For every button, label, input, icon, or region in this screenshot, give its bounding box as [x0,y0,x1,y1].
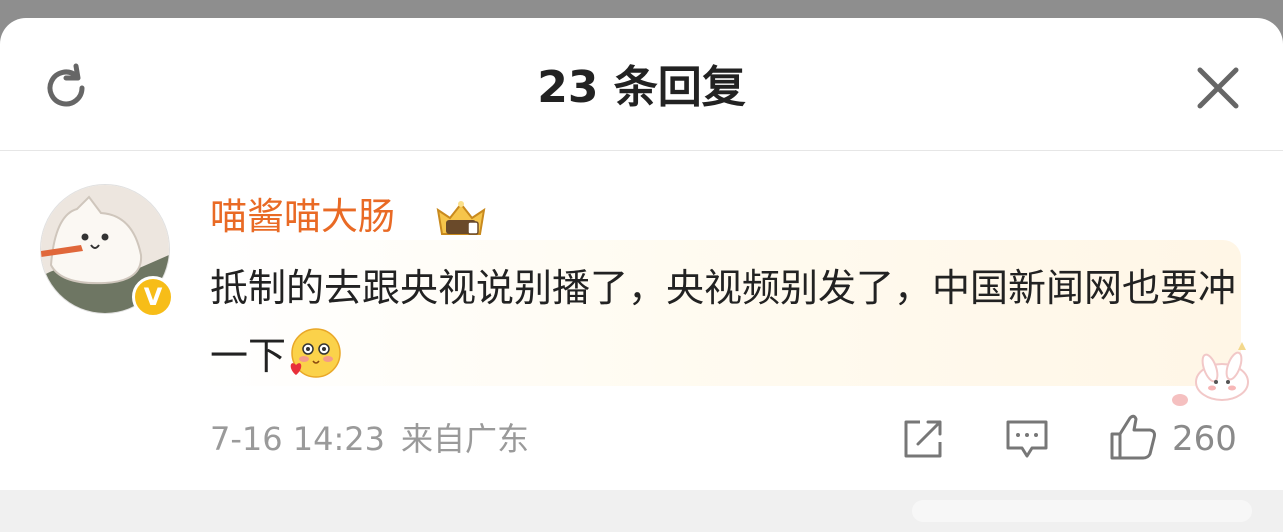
replies-sheet: 23 条回复 V 喵酱喵大肠 抵制的去跟央视说别播了，央视频别发了，中国新闻网也… [0,18,1283,532]
comment-body: 抵制的去跟央视说别播了，央视频别发了，中国新闻网也要冲一下 [210,266,1237,378]
blush-hearts-emoji-icon [286,325,342,381]
reply-input-hint [912,500,1252,522]
like-count: 260 [1172,419,1237,459]
sheet-header: 23 条回复 [0,18,1283,151]
comment-location: 来自广东 [401,420,530,458]
crown-badge-icon[interactable] [432,196,490,242]
like-icon[interactable] [1106,410,1160,464]
username-link[interactable]: 喵酱喵大肠 [210,192,395,242]
comment-text: 抵制的去跟央视说别播了，央视频别发了，中国新闻网也要冲一下 [210,254,1240,390]
close-icon[interactable] [1188,58,1248,118]
comment-icon[interactable] [1004,416,1050,462]
comment-meta: 7-16 14:23 来自广东 [210,416,529,462]
avatar[interactable]: V [40,184,174,318]
share-icon[interactable] [900,416,946,462]
next-item-divider [0,490,1283,532]
comment-date: 7-16 14:23 [210,420,386,458]
verified-badge: V [132,276,174,318]
page-title: 23 条回复 [537,62,746,113]
